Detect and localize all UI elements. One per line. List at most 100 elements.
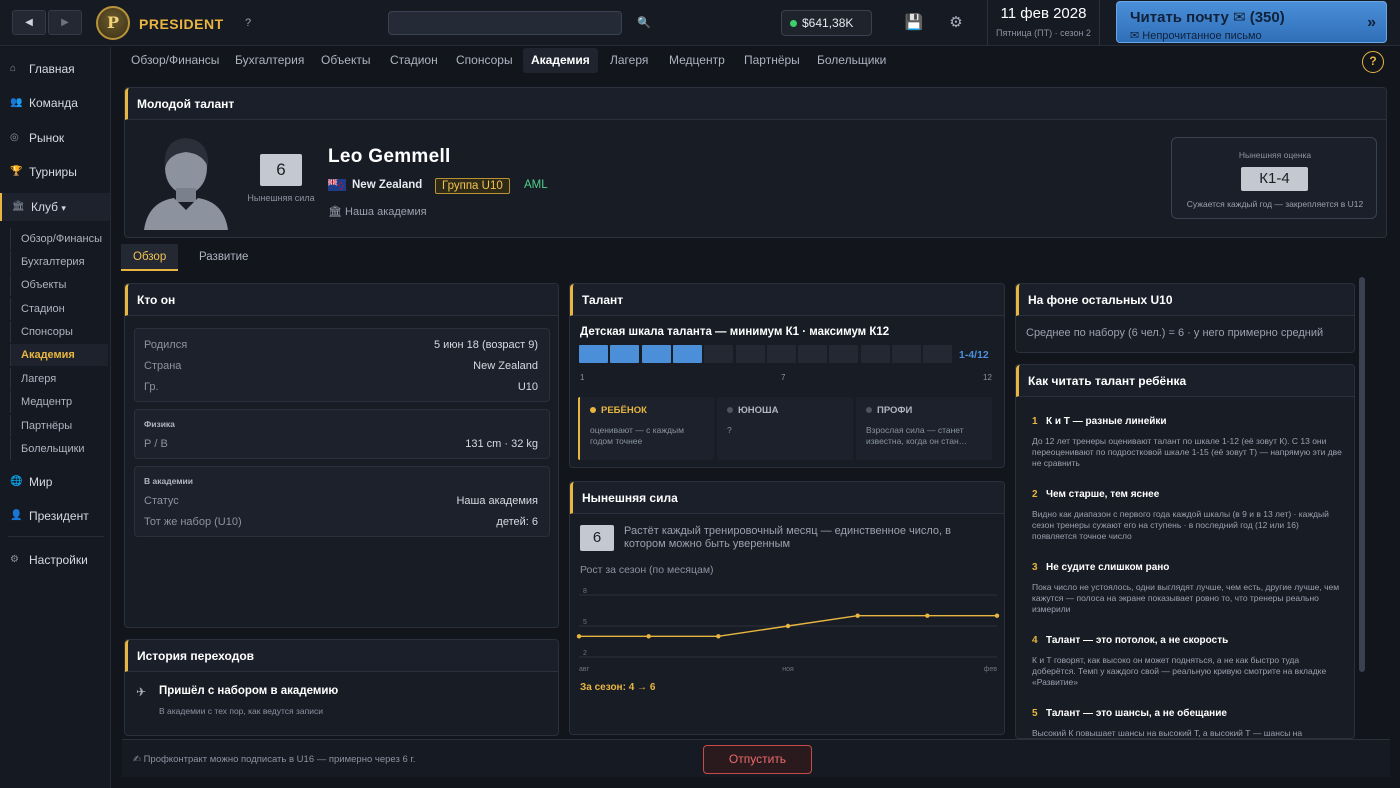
sidebar-subitem-facilities[interactable]: Объекты xyxy=(10,274,108,296)
club-logo: P xyxy=(96,6,130,40)
date-subtitle: Пятница (ПТ) · сезон 2 xyxy=(996,28,1091,38)
tab-overview-player[interactable]: Обзор xyxy=(121,244,179,271)
stage-pro-desc: Взрослая сила — станет известна, когда о… xyxy=(866,425,968,446)
sidebar-subitem-partners[interactable]: Партнёры xyxy=(10,415,108,437)
rating-value: К1-4 xyxy=(1241,167,1308,191)
tab-fans[interactable]: Болельщики xyxy=(809,48,894,73)
sidebar-subitem-overview[interactable]: Обзор/Финансы xyxy=(10,228,108,250)
market-icon: ◎ xyxy=(10,132,19,143)
sidebar-subitem-camps[interactable]: Лагеря xyxy=(10,368,108,390)
current-power-badge: 6 xyxy=(260,154,302,186)
read-mail-button[interactable]: Читать почту ✉ (350) ✉ Непрочитанное пис… xyxy=(1116,1,1387,43)
compare-title-prefix: На фоне остальных xyxy=(1028,293,1148,307)
balance-display: $641,38K xyxy=(781,10,872,36)
status-label: Статус xyxy=(144,495,179,507)
search-input[interactable] xyxy=(388,11,622,35)
tab-camps[interactable]: Лагеря xyxy=(602,48,656,73)
talent-segment xyxy=(704,345,734,363)
compare-text: Среднее по набору (6 чел.) = 6 · у него … xyxy=(1026,327,1324,339)
howto-section-1: 1 К и Т — разные линейки До 12 лет трене… xyxy=(1024,402,1346,468)
date-display: 11 фев 2028 Пятница (ПТ) · сезон 2 xyxy=(987,0,1100,46)
sidebar-subitem-accounting[interactable]: Бухгалтерия xyxy=(10,251,108,273)
chart-point xyxy=(576,634,582,639)
stage-child: РЕБЁНОК оценивают — с каждым годом точне… xyxy=(578,397,714,460)
sidebar-item-home[interactable]: ⌂ Главная xyxy=(0,55,110,83)
sidebar-item-team[interactable]: 👥 Команда xyxy=(0,89,110,117)
talent-segment xyxy=(829,345,859,363)
sidebar-subitem-fans[interactable]: Болельщики xyxy=(10,438,108,460)
chevron-down-icon: ▾ xyxy=(61,203,66,213)
scrollbar[interactable] xyxy=(1359,277,1365,672)
sidebar-subitem-stadium[interactable]: Стадион xyxy=(10,298,108,320)
tab-academy[interactable]: Академия xyxy=(523,48,598,73)
team-icon: 👥 xyxy=(10,97,23,108)
section-number: 2 xyxy=(1032,489,1038,500)
talent-segment xyxy=(923,345,953,363)
physics-title: Физика xyxy=(144,419,175,429)
sidebar-item-club[interactable]: 🏛 Клуб ▾ xyxy=(0,193,110,221)
sidebar-subitem-academy[interactable]: Академия xyxy=(10,344,108,366)
save-icon[interactable]: 💾 xyxy=(903,12,925,34)
sidebar-subitem-medcenter[interactable]: Медцентр xyxy=(10,391,108,413)
cohort-label: Тот же набор (U10) xyxy=(144,516,242,528)
footer-bar: ✍ Профконтракт можно подписать в U16 — п… xyxy=(122,739,1390,777)
talent-segment xyxy=(860,345,890,363)
help-link[interactable]: ? xyxy=(245,17,251,29)
scale-tick-max: 12 xyxy=(983,373,992,382)
talent-segment xyxy=(766,345,796,363)
sidebar-item-settings[interactable]: ⚙ Настройки xyxy=(0,546,110,574)
sidebar-divider xyxy=(8,536,104,537)
contract-note: ✍ Профконтракт можно подписать в U16 — п… xyxy=(133,754,416,765)
stage-dot-inactive xyxy=(866,407,872,413)
howto-section-4: 4 Талант — это потолок, а не скорость К … xyxy=(1024,621,1346,687)
sidebar-item-label: Команда xyxy=(29,96,78,110)
physics-box: Физика Р / В 131 cm · 32 kg xyxy=(134,409,550,459)
born-label: Родился xyxy=(144,339,188,351)
compare-panel: На фоне остальных U10 xyxy=(1015,283,1355,353)
forward-button[interactable]: ▶ xyxy=(48,10,82,35)
release-button[interactable]: Отпустить xyxy=(703,745,812,774)
search-icon[interactable]: 🔍 xyxy=(637,16,651,29)
sidebar-item-tournaments[interactable]: 🏆 Турниры xyxy=(0,158,110,186)
history-title: История переходов xyxy=(125,640,558,672)
chart-x-tick: фев xyxy=(984,666,998,673)
history-desc: В академии с тех пор, как ведутся записи xyxy=(159,706,323,716)
tab-partners[interactable]: Партнёры xyxy=(736,48,808,73)
club-icon: 🏛 xyxy=(12,201,25,212)
settings-icon[interactable]: ⚙ xyxy=(945,12,967,34)
top-bar: ◀ ▶ P PRESIDENT ? 🔍 $641,38K 💾 ⚙ 11 фев … xyxy=(0,0,1400,46)
stage-youth-head: ЮНОША xyxy=(727,405,778,416)
talent-scale-title: Детская шкала таланта — минимум К1 · мак… xyxy=(580,326,890,338)
talent-segment xyxy=(735,345,765,363)
tab-medcenter[interactable]: Медцентр xyxy=(661,48,733,73)
sidebar-item-label: Главная xyxy=(29,62,75,76)
tab-development[interactable]: Развитие xyxy=(187,244,260,271)
tab-sponsors[interactable]: Спонсоры xyxy=(448,48,521,73)
back-button[interactable]: ◀ xyxy=(12,10,46,35)
talent-segment xyxy=(672,345,702,363)
howto-title: Как читать талант ребёнка xyxy=(1016,365,1354,397)
height-weight-value: 131 cm · 32 kg xyxy=(465,438,538,450)
player-country: New Zealand xyxy=(352,179,423,191)
season-growth: За сезон: 4 → 6 xyxy=(580,682,656,693)
academy-box: В академии Статус Наша академия Тот же н… xyxy=(134,466,550,537)
young-talent-title: Молодой талант xyxy=(125,88,1386,120)
balance-status-dot xyxy=(790,20,797,27)
sidebar-item-market[interactable]: ◎ Рынок xyxy=(0,124,110,152)
status-value: Наша академия xyxy=(456,495,538,507)
talent-segment xyxy=(610,345,640,363)
tab-stadium[interactable]: Стадион xyxy=(382,48,446,73)
sidebar-item-world[interactable]: 🌐 Мир xyxy=(0,468,110,496)
globe-icon: 🌐 xyxy=(10,476,23,487)
tab-facilities[interactable]: Объекты xyxy=(313,48,379,73)
sidebar-item-president[interactable]: 👤 Президент xyxy=(0,502,110,530)
group-badge: Группа U10 xyxy=(435,178,510,194)
tab-overview[interactable]: Обзор/Финансы xyxy=(123,48,227,73)
balance-value: $641,38K xyxy=(802,16,854,30)
stage-youth: ЮНОША ? xyxy=(717,397,853,460)
section-number: 4 xyxy=(1032,635,1038,646)
chart-point xyxy=(855,613,860,618)
tab-accounting[interactable]: Бухгалтерия xyxy=(227,48,312,73)
sidebar-subitem-sponsors[interactable]: Спонсоры xyxy=(10,321,108,343)
help-button[interactable]: ? xyxy=(1362,51,1384,73)
